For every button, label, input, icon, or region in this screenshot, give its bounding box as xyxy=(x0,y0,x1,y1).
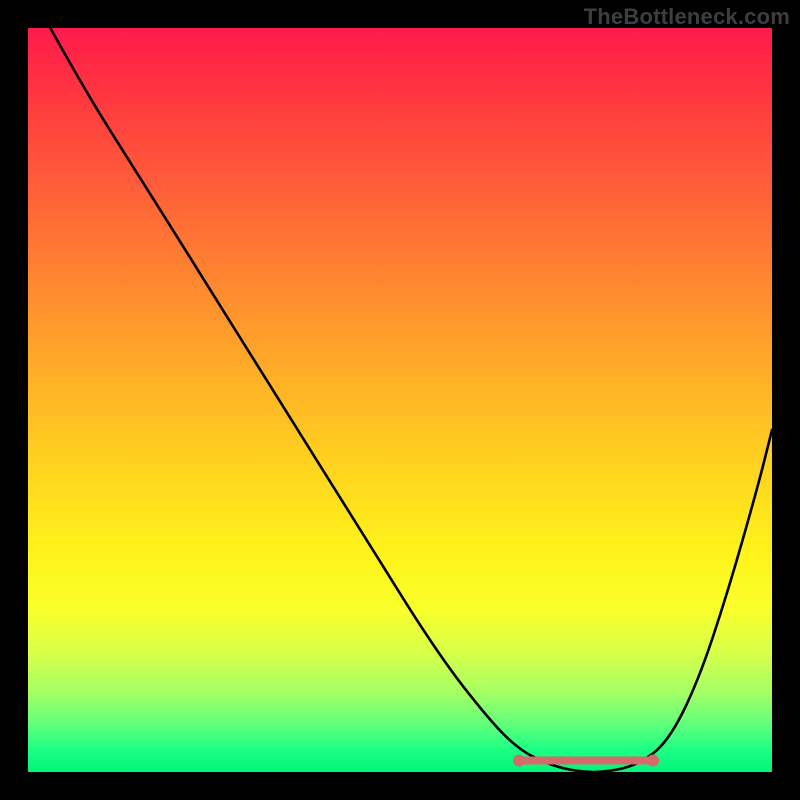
bottleneck-curve xyxy=(50,28,772,772)
flat-region-start-dot xyxy=(513,755,525,767)
watermark-text: TheBottleneck.com xyxy=(584,4,790,30)
curve-layer xyxy=(28,28,772,772)
plot-area xyxy=(28,28,772,772)
chart-frame: TheBottleneck.com xyxy=(0,0,800,800)
flat-region-end-dot xyxy=(647,755,659,767)
